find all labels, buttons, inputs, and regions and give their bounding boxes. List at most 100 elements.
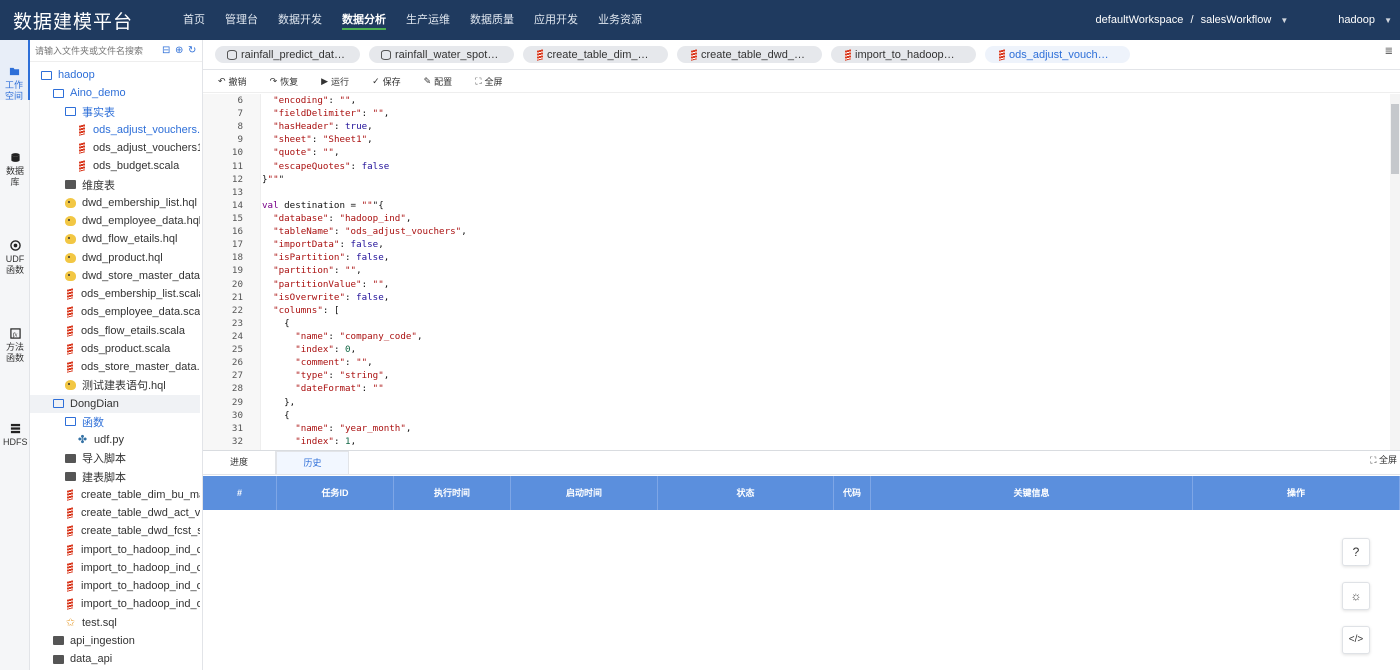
nav-item-6[interactable]: 应用开发 xyxy=(534,0,578,40)
folder-icon xyxy=(65,453,76,463)
code-text: "tableName": "ods_adjust_vouchers", xyxy=(273,226,467,238)
rail-item-3[interactable]: fx 方法函数 xyxy=(0,328,30,364)
editor-tab-0[interactable]: rainfall_predict_dat… xyxy=(215,46,360,63)
rail-item-1[interactable]: 数据库 xyxy=(0,152,30,188)
line-number: 7 xyxy=(237,108,243,120)
bottom-fullscreen-button[interactable]: ⛶ 全屏 xyxy=(1370,453,1397,466)
scala-file-icon xyxy=(67,288,73,300)
nav-item-4[interactable]: 生产运维 xyxy=(406,0,450,40)
tree-item[interactable]: 建表脚本 xyxy=(30,468,200,486)
tree-item[interactable]: 维度表 xyxy=(30,176,200,194)
top-bar: 数据建模平台 首页 管理台 数据开发 数据分析 生产运维 数据质量 应用开发 业务资源 def… xyxy=(0,0,1400,40)
nav-item-7[interactable]: 业务资源 xyxy=(598,0,642,40)
tree-item[interactable]: ods_budget.scala xyxy=(30,157,200,175)
folder-icon xyxy=(53,636,64,646)
tree-item[interactable]: ods_product.scala xyxy=(30,340,200,358)
line-number: 27 xyxy=(231,370,243,382)
nav-item-1[interactable]: 管理台 xyxy=(225,0,258,40)
tree-item[interactable]: ods_adjust_vouchers.scala xyxy=(30,121,200,139)
tree-item[interactable]: dwd_flow_etails.hql xyxy=(30,230,200,248)
rail-item-2[interactable]: UDF函数 xyxy=(0,240,30,276)
tree-item[interactable]: Aino_demo xyxy=(30,84,200,102)
editor-scrollbar[interactable] xyxy=(1390,94,1400,450)
code-editor[interactable]: 6 "encoding": "", 7 "fieldDelimiter": "",… xyxy=(203,94,1400,450)
tree-item[interactable]: hadoop xyxy=(30,66,200,84)
tree-item-label: ods_product.scala xyxy=(81,342,171,355)
redo-button[interactable]: ↷ 恢复 xyxy=(270,75,299,88)
config-button[interactable]: ✎ 配置 xyxy=(424,75,453,88)
code-line: 20 "partitionValue": "", xyxy=(203,278,1383,291)
tree-search-input[interactable] xyxy=(35,45,160,56)
tree-item[interactable]: create_table_dwd_fcst_sales xyxy=(30,522,200,540)
nav-item-0[interactable]: 首页 xyxy=(183,0,205,40)
editor-tab-4[interactable]: import_to_hadoop… xyxy=(831,46,976,63)
tree-item[interactable]: import_to_hadoop_ind_cost xyxy=(30,559,200,577)
rail-item-4[interactable]: HDFS xyxy=(0,423,30,448)
tree-item[interactable]: ods_store_master_data.scala xyxy=(30,358,200,376)
bottom-tab-1[interactable]: 历史 xyxy=(276,451,349,474)
tree-item[interactable]: import_to_hadoop_ind_other xyxy=(30,595,200,613)
tree-item[interactable]: import_to_hadoop_ind_cust xyxy=(30,541,200,559)
help-button[interactable]: ? xyxy=(1342,538,1370,566)
tree-item[interactable]: ✤ udf.py xyxy=(30,431,200,449)
run-button[interactable]: ▶ 运行 xyxy=(321,75,349,88)
tree-item[interactable]: dwd_employee_data.hql xyxy=(30,212,200,230)
code-line: 13 xyxy=(203,186,1383,199)
tree-item[interactable]: dwd_product.hql xyxy=(30,249,200,267)
scala-file-icon xyxy=(537,48,543,61)
tree-item[interactable]: 导入脚本 xyxy=(30,449,200,467)
tree-item[interactable]: ods_flow_etails.scala xyxy=(30,322,200,340)
editor-tab-label: rainfall_predict_dat… xyxy=(241,48,345,61)
tree-item-label: ods_store_master_data.scala xyxy=(81,361,200,374)
code-toggle-button[interactable]: </> xyxy=(1342,626,1370,654)
tree-item[interactable]: DongDian xyxy=(30,394,200,413)
tree-item[interactable]: 函数 xyxy=(30,413,200,431)
tree-item-label: dwd_employee_data.hql xyxy=(82,215,200,228)
tab-list-menu-icon[interactable]: ≣ xyxy=(1385,46,1393,57)
tree-item[interactable]: data_api xyxy=(30,650,200,668)
rail-item-0[interactable]: 工作空间 xyxy=(0,40,30,101)
code-line: 8 "hasHeader": true, xyxy=(203,120,1383,133)
user-name: hadoop xyxy=(1338,14,1376,26)
undo-icon: ↶ xyxy=(218,76,226,86)
tree-item[interactable]: ✩ test.sql xyxy=(30,614,200,632)
tree-item-label: ods_adjust_vouchers.scala xyxy=(93,123,200,136)
code-text: "hasHeader": true, xyxy=(273,121,373,133)
file-tree-panel: ⊟ ⊕ ↻ hadoop Aino_demo 事实表 ods_adjust_vouch… xyxy=(30,40,203,670)
code-text: "name": "year_month", xyxy=(295,422,412,434)
collapse-all-icon[interactable]: ⊟ xyxy=(162,45,172,56)
undo-button[interactable]: ↶ 撤销 xyxy=(218,75,247,88)
folder-icon xyxy=(65,472,76,482)
tree-item[interactable]: dwd_embership_list.hql xyxy=(30,194,200,212)
tree-item[interactable]: ods_embership_list.scala xyxy=(30,285,200,303)
nav-item-2[interactable]: 数据开发 xyxy=(278,0,322,40)
nav-item-5[interactable]: 数据质量 xyxy=(470,0,514,40)
editor-tab-5[interactable]: ods_adjust_vouch… xyxy=(985,46,1130,63)
tree-item[interactable]: import_to_hadoop_ind_order xyxy=(30,577,200,595)
fullscreen-button[interactable]: ⛶ 全屏 xyxy=(475,75,502,88)
folder-icon xyxy=(65,180,76,190)
tree-item[interactable]: create_table_dwd_act_vouchers xyxy=(30,504,200,522)
code-text: "escapeQuotes": false xyxy=(273,160,390,172)
tree-item[interactable]: dwd_store_master_data.hql xyxy=(30,267,200,285)
editor-tab-1[interactable]: rainfall_water_spot… xyxy=(369,46,514,63)
bottom-tab-0[interactable]: 进度 xyxy=(203,451,276,474)
save-button[interactable]: ✓ 保存 xyxy=(372,75,401,88)
tree-item-label: Aino_demo xyxy=(70,87,126,100)
tree-item[interactable]: create_table_dim_bu_mapping xyxy=(30,486,200,504)
tree-item[interactable]: 事实表 xyxy=(30,103,200,121)
workspace-selector[interactable]: defaultWorkspace / salesWorkflow ▼ xyxy=(1096,14,1289,26)
tips-button[interactable]: ☼ xyxy=(1342,582,1370,610)
editor-scrollbar-thumb[interactable] xyxy=(1391,104,1399,174)
add-icon[interactable]: ⊕ xyxy=(175,45,185,56)
refresh-icon[interactable]: ↻ xyxy=(188,45,198,56)
tree-search-bar: ⊟ ⊕ ↻ xyxy=(30,40,202,62)
tree-item[interactable]: ods_employee_data.scala xyxy=(30,303,200,321)
tree-item[interactable]: api_ingestion xyxy=(30,632,200,650)
editor-tab-2[interactable]: create_table_dim_… xyxy=(523,46,668,63)
tree-item[interactable]: ods_adjust_vouchers1.scala xyxy=(30,139,200,157)
nav-item-3[interactable]: 数据分析 xyxy=(342,0,386,40)
tree-item[interactable]: 测试建表语句.hql xyxy=(30,376,200,394)
editor-tab-3[interactable]: create_table_dwd_… xyxy=(677,46,822,63)
user-menu[interactable]: hadoop ▼ xyxy=(1338,14,1392,26)
